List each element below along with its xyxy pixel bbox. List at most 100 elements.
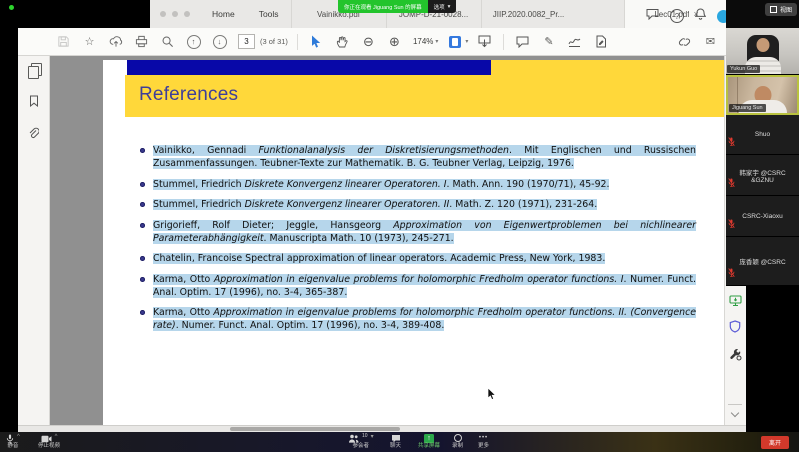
email-icon[interactable]: ✉: [703, 34, 718, 50]
camera-icon: [41, 435, 52, 443]
participants-caret-icon: ▾: [371, 434, 374, 440]
shield-icon[interactable]: [729, 320, 741, 338]
page-display-caret-icon[interactable]: ▾: [465, 38, 468, 45]
muted-mic-icon: [728, 265, 735, 283]
mouse-cursor: [487, 387, 497, 406]
reference-text: Grigorieff, Rolf Dieter; Jeggle, Hansgeo…: [153, 220, 696, 244]
share-options-button[interactable]: 选项 ▾: [428, 0, 457, 13]
chat-button[interactable]: 聊天: [390, 434, 401, 450]
participants-button[interactable]: 10 ▾ 参会者: [348, 434, 374, 450]
status-dot: [9, 5, 14, 10]
tab-tools[interactable]: Tools: [247, 0, 291, 28]
share-banner-message: 你正在观看 Jiguang Sun 的屏幕: [338, 0, 428, 13]
slide-title: References: [139, 84, 238, 106]
video-participants-strip: 视图 Yukun Guo Jiguang SunShuo韩家宇 @CSRC &GZ…: [726, 0, 799, 286]
video-tile[interactable]: CSRC-Xiaoxu: [726, 196, 799, 237]
more-button[interactable]: ••• 更多: [478, 434, 489, 450]
divider: [297, 34, 298, 50]
fit-page-icon[interactable]: [477, 34, 492, 50]
record-icon: [454, 434, 462, 442]
maximize-window-icon[interactable]: [184, 11, 190, 17]
attachments-icon[interactable]: [28, 127, 39, 145]
participants-count: 10: [362, 434, 368, 439]
zoom-meeting-screen: Home Tools Vainikko.pdf JOMP-D-21-0028..…: [0, 0, 799, 452]
bullet-icon: [140, 310, 145, 315]
doc-tab-spacer: [576, 0, 624, 28]
record-button[interactable]: 录制: [452, 434, 463, 450]
pdf-left-panel: [18, 56, 50, 425]
more-icon: •••: [479, 434, 488, 442]
bookmarks-icon[interactable]: [29, 94, 39, 112]
help-icon[interactable]: ?: [670, 9, 684, 23]
star-icon[interactable]: ☆: [82, 34, 97, 50]
video-tile[interactable]: 庞香颖 @CSRC: [726, 237, 799, 286]
view-button[interactable]: 视图: [765, 3, 797, 16]
feedback-icon[interactable]: [646, 7, 659, 25]
tools-wrench-icon[interactable]: [729, 348, 742, 366]
reference-text: Karma, Otto Approximation in eigenvalue …: [153, 307, 696, 331]
page-thumbnails-icon[interactable]: [28, 66, 39, 79]
connected-pdf-icon[interactable]: [729, 294, 742, 312]
reference-item: Grigorieff, Rolf Dieter; Jeggle, Hansgeo…: [140, 219, 696, 245]
zoom-level-value[interactable]: 174%: [413, 37, 433, 46]
print-icon[interactable]: [134, 34, 149, 50]
video-options-caret-icon[interactable]: ^: [55, 434, 58, 440]
mute-button[interactable]: ^ 静音: [6, 434, 20, 450]
doc-tab-jiip[interactable]: JIIP.2020.0082_Pr...: [481, 0, 576, 28]
participant-name-label: Yukun Guo: [727, 65, 760, 73]
participant-name-label: Shuo: [726, 115, 799, 154]
share-screen-icon: ↑: [424, 434, 434, 443]
comment-icon[interactable]: [515, 34, 530, 50]
divider: [503, 34, 504, 50]
share-screen-button[interactable]: ↑ 共享屏幕: [418, 434, 440, 450]
fill-sign-icon[interactable]: [593, 34, 608, 50]
bell-icon[interactable]: [695, 7, 706, 25]
reference-text: Chatelin, Francoise Spectral approximati…: [153, 253, 605, 264]
video-tile[interactable]: Jiguang Sun: [726, 75, 799, 115]
mic-options-caret-icon[interactable]: ^: [17, 434, 20, 440]
window-controls[interactable]: [150, 0, 200, 28]
video-tile[interactable]: Yukun Guo: [726, 28, 799, 75]
reference-item: Chatelin, Francoise Spectral approximati…: [140, 252, 696, 265]
next-page-icon[interactable]: ↓: [212, 34, 227, 50]
cloud-upload-icon[interactable]: [108, 34, 123, 50]
muted-mic-icon: [728, 134, 735, 152]
select-cursor-icon[interactable]: [309, 34, 324, 50]
zoom-in-icon[interactable]: ⊕: [387, 34, 402, 50]
tab-home[interactable]: Home: [200, 0, 247, 28]
slide-header-navy-bar: [127, 60, 491, 75]
page-display-mode-icon[interactable]: [447, 34, 462, 50]
document-area[interactable]: References Vainikko, Gennadi Funktionala…: [50, 56, 724, 425]
hand-tool-icon[interactable]: [335, 34, 350, 50]
horizontal-scrollbar-thumb[interactable]: [230, 427, 400, 431]
stop-video-button[interactable]: ^ 停止视频: [38, 434, 60, 450]
close-window-icon[interactable]: [160, 11, 166, 17]
slide-header-yellow-corner: [491, 60, 724, 75]
leave-meeting-button[interactable]: 离开: [761, 436, 789, 449]
link-icon[interactable]: [677, 34, 692, 50]
participant-name-label: 韩家宇 @CSRC &GZNU: [726, 155, 799, 195]
reference-item: Vainikko, Gennadi Funktionalanalysis der…: [140, 144, 696, 170]
zoom-out-icon[interactable]: ⊖: [361, 34, 376, 50]
video-tile[interactable]: Shuo: [726, 115, 799, 155]
chevron-down-icon[interactable]: [731, 409, 739, 417]
search-icon[interactable]: [160, 34, 175, 50]
pencil-icon[interactable]: ✎: [541, 34, 556, 50]
bullet-icon: [140, 148, 145, 153]
save-icon[interactable]: [56, 34, 71, 50]
horizontal-scrollbar-track[interactable]: [18, 425, 746, 432]
divider: [728, 404, 742, 405]
bullet-icon: [140, 223, 145, 228]
muted-mic-icon: [728, 175, 735, 193]
signature-icon[interactable]: [567, 34, 582, 50]
reference-item: Karma, Otto Approximation in eigenvalue …: [140, 273, 696, 299]
page-number-input[interactable]: 3: [238, 34, 255, 49]
video-tile[interactable]: 韩家宇 @CSRC &GZNU: [726, 155, 799, 196]
minimize-window-icon[interactable]: [172, 11, 178, 17]
zoom-caret-icon[interactable]: ▾: [435, 38, 438, 45]
reference-item: Stummel, Friedrich Diskrete Konvergenz l…: [140, 198, 696, 211]
reference-text: Stummel, Friedrich Diskrete Konvergenz l…: [153, 199, 597, 210]
previous-page-icon[interactable]: ↑: [186, 34, 201, 50]
meeting-control-bar: ^ 静音 ^ 停止视频 10 ▾ 参会者 聊天 ↑: [0, 432, 799, 452]
bullet-icon: [140, 277, 145, 282]
